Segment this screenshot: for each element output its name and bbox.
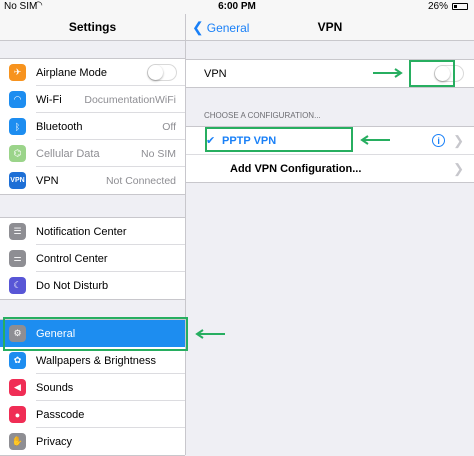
sidebar-item-sounds[interactable]: ◀ Sounds: [0, 374, 185, 401]
sidebar-item-value: Off: [162, 120, 176, 133]
airplane-mode-toggle[interactable]: [147, 64, 177, 81]
bluetooth-icon: ᛒ: [9, 118, 26, 135]
chevron-right-icon: ❯: [453, 132, 464, 148]
sidebar-item-label: VPN: [36, 174, 59, 187]
sidebar-item-airplane-mode[interactable]: ✈ Airplane Mode: [0, 59, 185, 86]
sidebar-item-value: Not Connected: [105, 174, 176, 187]
chevron-right-icon: ❯: [453, 160, 464, 176]
sidebar-item-label: Airplane Mode: [36, 66, 107, 79]
speaker-icon: ◀: [9, 379, 26, 396]
sidebar-item-value: No SIM: [140, 147, 176, 160]
status-bar: No SIM ◠ 6:00 PM 26%: [0, 0, 474, 14]
settings-sidebar: Settings ✈ Airplane Mode ◠ Wi-Fi Documen…: [0, 14, 186, 456]
wifi-icon: ◠: [9, 91, 26, 108]
sidebar-title: Settings: [0, 14, 185, 41]
chevron-left-icon: ❮: [192, 19, 204, 35]
sidebar-item-wallpapers-brightness[interactable]: ✿ Wallpapers & Brightness: [0, 347, 185, 374]
sidebar-item-label: Passcode: [36, 408, 85, 421]
sidebar-item-notification-center[interactable]: ☰ Notification Center: [0, 218, 185, 245]
battery-percent: 26%: [427, 1, 448, 12]
sidebar-item-label: Privacy: [36, 435, 73, 448]
general-highlight: [3, 317, 188, 351]
notification-center-icon: ☰: [9, 223, 26, 240]
sidebar-item-do-not-disturb[interactable]: ☾ Do Not Disturb: [0, 272, 185, 299]
vpn-icon: VPN: [9, 172, 26, 189]
back-button[interactable]: ❮ General: [192, 14, 249, 41]
cellular-icon: ⌬: [9, 145, 26, 162]
sidebar-item-passcode[interactable]: ● Passcode: [0, 401, 185, 428]
sidebar-item-label: Notification Center: [36, 225, 127, 238]
arrow-left-icon: [195, 329, 225, 339]
settings-group-system: ☰ Notification Center ⚌ Control Center ☾…: [0, 217, 185, 300]
sidebar-item-wifi[interactable]: ◠ Wi-Fi DocumentationWiFi: [0, 86, 185, 113]
wallpaper-icon: ✿: [9, 352, 26, 369]
config-row-add[interactable]: Add VPN Configuration... ❯: [186, 155, 474, 182]
status-time: 6:00 PM: [218, 1, 256, 12]
sidebar-item-value: DocumentationWiFi: [84, 93, 176, 106]
airplane-icon: ✈: [9, 64, 26, 81]
pptp-highlight: [205, 127, 353, 152]
back-button-label: General: [206, 21, 250, 35]
sidebar-item-label: Cellular Data: [36, 147, 100, 160]
info-icon[interactable]: i: [432, 134, 446, 147]
arrow-right-icon: [373, 68, 403, 78]
sidebar-item-control-center[interactable]: ⚌ Control Center: [0, 245, 185, 272]
sidebar-item-vpn[interactable]: VPN VPN Not Connected: [0, 167, 185, 194]
sidebar-item-label: Control Center: [36, 252, 108, 265]
sidebar-item-label: Sounds: [36, 381, 74, 394]
vpn-toggle-highlight: [409, 60, 455, 87]
add-config-label: Add VPN Configuration...: [230, 162, 362, 175]
sidebar-item-label: Do Not Disturb: [36, 279, 109, 292]
sidebar-item-label: Wallpapers & Brightness: [36, 354, 157, 367]
settings-group-connectivity: ✈ Airplane Mode ◠ Wi-Fi DocumentationWiF…: [0, 58, 185, 195]
arrow-left-icon: [360, 135, 390, 145]
hand-icon: ✋: [9, 433, 26, 450]
configuration-section-header: CHOOSE A CONFIGURATION...: [204, 111, 321, 120]
sidebar-item-bluetooth[interactable]: ᛒ Bluetooth Off: [0, 113, 185, 140]
sidebar-item-label: Wi-Fi: [36, 93, 62, 106]
detail-nav-bar: VPN ❮ General: [186, 14, 474, 41]
lock-icon: ●: [9, 406, 26, 423]
sidebar-item-privacy[interactable]: ✋ Privacy: [0, 428, 185, 455]
sidebar-item-label: Bluetooth: [36, 120, 83, 133]
control-center-icon: ⚌: [9, 250, 26, 267]
moon-icon: ☾: [9, 277, 26, 294]
sidebar-item-cellular-data[interactable]: ⌬ Cellular Data No SIM: [0, 140, 185, 167]
battery-icon: [452, 3, 468, 10]
